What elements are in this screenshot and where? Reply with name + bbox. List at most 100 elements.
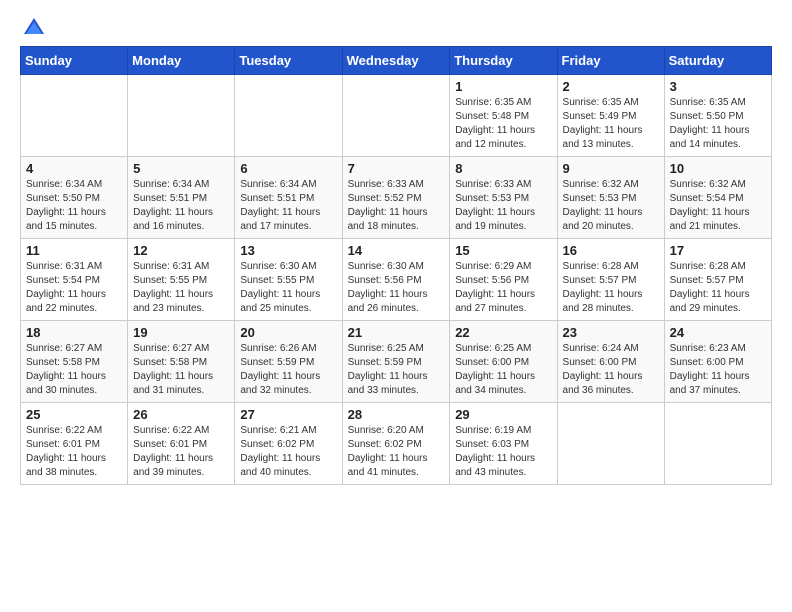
day-info: Sunrise: 6:34 AM Sunset: 5:51 PM Dayligh… [133, 178, 229, 234]
day-info: Sunrise: 6:33 AM Sunset: 5:53 PM Dayligh… [455, 178, 551, 234]
day-info: Sunrise: 6:24 AM Sunset: 6:00 PM Dayligh… [563, 342, 659, 398]
day-info: Sunrise: 6:30 AM Sunset: 5:55 PM Dayligh… [240, 260, 336, 316]
day-info: Sunrise: 6:20 AM Sunset: 6:02 PM Dayligh… [348, 424, 445, 480]
day-cell: 8 Sunrise: 6:33 AM Sunset: 5:53 PM Daylig… [450, 157, 557, 239]
day-info: Sunrise: 6:26 AM Sunset: 5:59 PM Dayligh… [240, 342, 336, 398]
day-info: Sunrise: 6:35 AM Sunset: 5:48 PM Dayligh… [455, 96, 551, 152]
day-number: 8 [455, 161, 551, 176]
day-cell: 21Sunrise: 6:25 AM Sunset: 5:59 PM Dayli… [342, 321, 450, 403]
day-number: 17 [670, 243, 766, 258]
day-number: 27 [240, 407, 336, 422]
day-cell: 6 Sunrise: 6:34 AM Sunset: 5:51 PM Daylig… [235, 157, 342, 239]
day-number: 10 [670, 161, 766, 176]
weekday-header-friday: Friday [557, 47, 664, 75]
day-info: Sunrise: 6:22 AM Sunset: 6:01 PM Dayligh… [133, 424, 229, 480]
day-cell [557, 403, 664, 485]
calendar: SundayMondayTuesdayWednesdayThursdayFrid… [20, 46, 772, 485]
day-number: 6 [240, 161, 336, 176]
day-cell: 7 Sunrise: 6:33 AM Sunset: 5:52 PM Daylig… [342, 157, 450, 239]
day-number: 5 [133, 161, 229, 176]
day-number: 14 [348, 243, 445, 258]
day-number: 29 [455, 407, 551, 422]
day-number: 7 [348, 161, 445, 176]
weekday-header-sunday: Sunday [21, 47, 128, 75]
day-cell: 23 Sunrise: 6:24 AM Sunset: 6:00 PM Dayli… [557, 321, 664, 403]
day-cell: 24Sunrise: 6:23 AM Sunset: 6:00 PM Dayli… [664, 321, 771, 403]
day-number: 4 [26, 161, 122, 176]
header [20, 16, 772, 36]
day-cell [664, 403, 771, 485]
week-row-5: 25 Sunrise: 6:22 AM Sunset: 6:01 PM Dayli… [21, 403, 772, 485]
day-cell: 10 Sunrise: 6:32 AM Sunset: 5:54 PM Dayli… [664, 157, 771, 239]
day-info: Sunrise: 6:28 AM Sunset: 5:57 PM Dayligh… [670, 260, 766, 316]
day-number: 3 [670, 79, 766, 94]
day-cell: 28Sunrise: 6:20 AM Sunset: 6:02 PM Dayli… [342, 403, 450, 485]
day-info: Sunrise: 6:25 AM Sunset: 6:00 PM Dayligh… [455, 342, 551, 398]
week-row-3: 11 Sunrise: 6:31 AM Sunset: 5:54 PM Dayli… [21, 239, 772, 321]
day-number: 26 [133, 407, 229, 422]
day-cell: 12Sunrise: 6:31 AM Sunset: 5:55 PM Dayli… [128, 239, 235, 321]
weekday-header-thursday: Thursday [450, 47, 557, 75]
day-info: Sunrise: 6:35 AM Sunset: 5:50 PM Dayligh… [670, 96, 766, 152]
day-number: 15 [455, 243, 551, 258]
day-cell [128, 75, 235, 157]
day-cell: 19 Sunrise: 6:27 AM Sunset: 5:58 PM Dayli… [128, 321, 235, 403]
day-cell: 16 Sunrise: 6:28 AM Sunset: 5:57 PM Dayli… [557, 239, 664, 321]
day-number: 18 [26, 325, 122, 340]
day-number: 13 [240, 243, 336, 258]
day-info: Sunrise: 6:34 AM Sunset: 5:51 PM Dayligh… [240, 178, 336, 234]
week-row-4: 18 Sunrise: 6:27 AM Sunset: 5:58 PM Dayli… [21, 321, 772, 403]
day-cell: 2 Sunrise: 6:35 AM Sunset: 5:49 PM Daylig… [557, 75, 664, 157]
day-info: Sunrise: 6:27 AM Sunset: 5:58 PM Dayligh… [133, 342, 229, 398]
day-info: Sunrise: 6:21 AM Sunset: 6:02 PM Dayligh… [240, 424, 336, 480]
day-info: Sunrise: 6:19 AM Sunset: 6:03 PM Dayligh… [455, 424, 551, 480]
day-info: Sunrise: 6:30 AM Sunset: 5:56 PM Dayligh… [348, 260, 445, 316]
day-cell [342, 75, 450, 157]
day-number: 23 [563, 325, 659, 340]
day-cell: 1 Sunrise: 6:35 AM Sunset: 5:48 PM Daylig… [450, 75, 557, 157]
day-info: Sunrise: 6:28 AM Sunset: 5:57 PM Dayligh… [563, 260, 659, 316]
day-info: Sunrise: 6:33 AM Sunset: 5:52 PM Dayligh… [348, 178, 445, 234]
day-cell: 5 Sunrise: 6:34 AM Sunset: 5:51 PM Daylig… [128, 157, 235, 239]
day-cell: 11 Sunrise: 6:31 AM Sunset: 5:54 PM Dayli… [21, 239, 128, 321]
day-info: Sunrise: 6:31 AM Sunset: 5:54 PM Dayligh… [26, 260, 122, 316]
day-info: Sunrise: 6:32 AM Sunset: 5:53 PM Dayligh… [563, 178, 659, 234]
day-info: Sunrise: 6:35 AM Sunset: 5:49 PM Dayligh… [563, 96, 659, 152]
day-info: Sunrise: 6:27 AM Sunset: 5:58 PM Dayligh… [26, 342, 122, 398]
day-number: 24 [670, 325, 766, 340]
day-cell: 4 Sunrise: 6:34 AM Sunset: 5:50 PM Daylig… [21, 157, 128, 239]
day-cell: 3 Sunrise: 6:35 AM Sunset: 5:50 PM Daylig… [664, 75, 771, 157]
weekday-header-tuesday: Tuesday [235, 47, 342, 75]
day-number: 25 [26, 407, 122, 422]
logo-icon [22, 16, 46, 40]
week-row-2: 4 Sunrise: 6:34 AM Sunset: 5:50 PM Daylig… [21, 157, 772, 239]
weekday-header-monday: Monday [128, 47, 235, 75]
day-cell [235, 75, 342, 157]
day-info: Sunrise: 6:32 AM Sunset: 5:54 PM Dayligh… [670, 178, 766, 234]
weekday-header-row: SundayMondayTuesdayWednesdayThursdayFrid… [21, 47, 772, 75]
day-number: 9 [563, 161, 659, 176]
day-number: 12 [133, 243, 229, 258]
day-cell: 17 Sunrise: 6:28 AM Sunset: 5:57 PM Dayli… [664, 239, 771, 321]
weekday-header-wednesday: Wednesday [342, 47, 450, 75]
day-number: 16 [563, 243, 659, 258]
day-number: 2 [563, 79, 659, 94]
day-cell: 15Sunrise: 6:29 AM Sunset: 5:56 PM Dayli… [450, 239, 557, 321]
day-info: Sunrise: 6:22 AM Sunset: 6:01 PM Dayligh… [26, 424, 122, 480]
day-cell [21, 75, 128, 157]
day-cell: 27 Sunrise: 6:21 AM Sunset: 6:02 PM Dayli… [235, 403, 342, 485]
day-cell: 20 Sunrise: 6:26 AM Sunset: 5:59 PM Dayli… [235, 321, 342, 403]
day-cell: 9 Sunrise: 6:32 AM Sunset: 5:53 PM Daylig… [557, 157, 664, 239]
weekday-header-saturday: Saturday [664, 47, 771, 75]
day-cell: 26 Sunrise: 6:22 AM Sunset: 6:01 PM Dayli… [128, 403, 235, 485]
day-number: 21 [348, 325, 445, 340]
day-number: 1 [455, 79, 551, 94]
day-info: Sunrise: 6:34 AM Sunset: 5:50 PM Dayligh… [26, 178, 122, 234]
day-number: 19 [133, 325, 229, 340]
day-number: 22 [455, 325, 551, 340]
day-cell: 13 Sunrise: 6:30 AM Sunset: 5:55 PM Dayli… [235, 239, 342, 321]
day-number: 11 [26, 243, 122, 258]
day-number: 20 [240, 325, 336, 340]
week-row-1: 1 Sunrise: 6:35 AM Sunset: 5:48 PM Daylig… [21, 75, 772, 157]
day-cell: 22 Sunrise: 6:25 AM Sunset: 6:00 PM Dayli… [450, 321, 557, 403]
